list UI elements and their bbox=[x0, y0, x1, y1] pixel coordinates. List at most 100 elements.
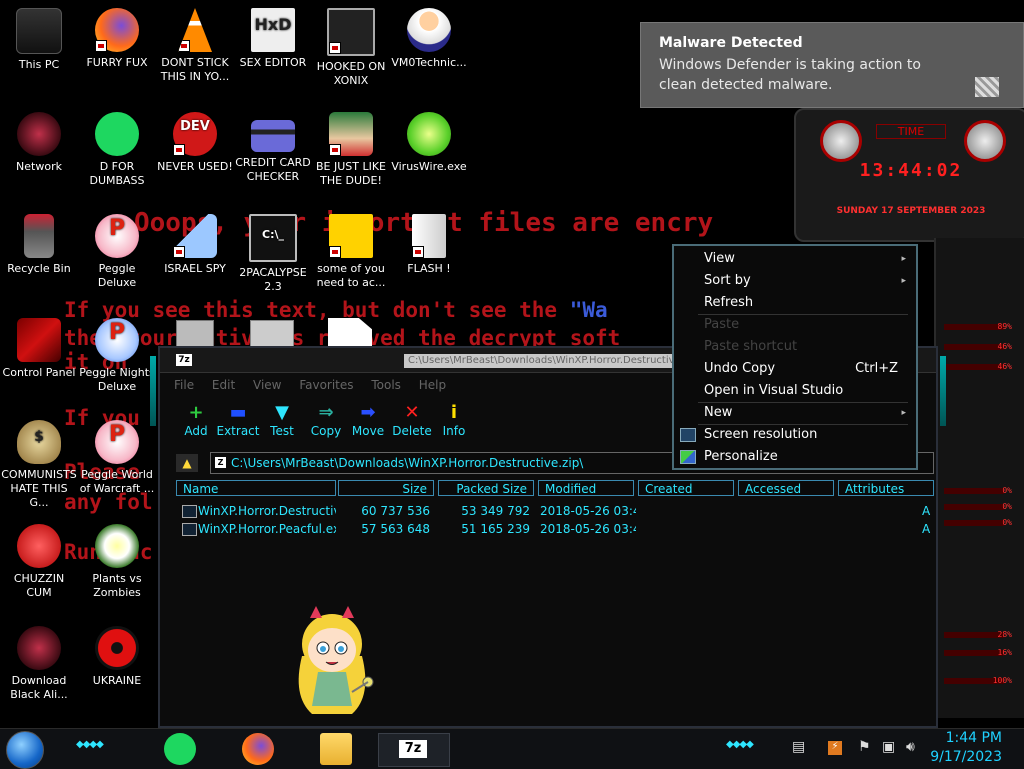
desktop-icon-label: CHUZZIN CUM bbox=[13, 572, 65, 599]
desktop-icon-label: Peggle Nights Deluxe bbox=[79, 366, 155, 393]
add-button[interactable]: + Add bbox=[174, 402, 218, 438]
zip-file-icon: Z bbox=[215, 457, 226, 468]
desktop-icon-label: D FOR DUMBASS bbox=[89, 160, 145, 187]
tray-flag-icon[interactable]: ⚑ bbox=[858, 739, 871, 755]
table-row[interactable]: WinXP.Horror.Peacful.exe 57 563 648 51 1… bbox=[176, 520, 936, 538]
clock-date: 9/17/2023 bbox=[930, 749, 1002, 765]
malware-notification[interactable]: Malware Detected Windows Defender is tak… bbox=[640, 22, 1024, 108]
test-button[interactable]: ▼ Test bbox=[260, 402, 304, 438]
col-name[interactable]: Name bbox=[176, 480, 336, 496]
folder-up-icon[interactable]: ▲ bbox=[176, 454, 198, 472]
desktop-icon-2pacalypse[interactable]: C:\_ 2PACALYPSE 2.3 bbox=[234, 214, 312, 294]
menu-item-view[interactable]: View ▸ bbox=[674, 248, 916, 270]
move-button[interactable]: ➡ Move bbox=[346, 402, 390, 438]
defender-icon bbox=[975, 77, 999, 97]
widget-date: SUNDAY 17 SEPTEMBER 2023 bbox=[836, 206, 986, 216]
desktop-icon-hooked-on-xonix[interactable]: HOOKED ON XONIX bbox=[312, 8, 390, 88]
col-created[interactable]: Created bbox=[638, 480, 734, 496]
menu-item-refresh[interactable]: Refresh bbox=[674, 292, 916, 314]
col-accessed[interactable]: Accessed bbox=[738, 480, 834, 496]
desktop-icon-vm0technic[interactable]: VM0Technic... bbox=[390, 8, 468, 70]
menu-help[interactable]: Help bbox=[419, 378, 446, 392]
delete-label: Delete bbox=[392, 424, 432, 438]
desktop-icon-flash[interactable]: FLASH ! bbox=[390, 214, 468, 276]
desktop-icon-sex-editor[interactable]: HxD SEX EDITOR bbox=[234, 8, 312, 70]
desktop-icon-furry-fux[interactable]: FURRY FUX bbox=[78, 8, 156, 70]
tray-network-icon[interactable]: ▣ bbox=[882, 739, 895, 755]
menu-item-screen-resolution[interactable]: Screen resolution bbox=[674, 424, 916, 446]
file-attributes: A bbox=[922, 522, 931, 536]
desktop-icon-this-pc[interactable]: This PC bbox=[0, 8, 78, 72]
taskbar-file-explorer-icon[interactable] bbox=[320, 733, 352, 765]
tray-app-icon[interactable]: ⚡ bbox=[828, 741, 842, 755]
desktop-icon-peggle-nights[interactable]: P Peggle Nights Deluxe bbox=[78, 318, 156, 394]
copy-button[interactable]: ⇒ Copy bbox=[304, 402, 348, 438]
copy-label: Copy bbox=[310, 424, 342, 438]
desktop-icon-credit-card-checker[interactable]: CREDIT CARD CHECKER bbox=[234, 112, 312, 184]
info-button[interactable]: i Info bbox=[432, 402, 476, 438]
col-packed-size[interactable]: Packed Size bbox=[438, 480, 534, 496]
menu-view[interactable]: View bbox=[253, 378, 281, 392]
desktop-icon-israel-spy[interactable]: ISRAEL SPY bbox=[156, 214, 234, 276]
desktop-icon-peggle-deluxe[interactable]: P Peggle Deluxe bbox=[78, 214, 156, 290]
start-orb-button[interactable] bbox=[6, 731, 44, 769]
menu-item-paste: Paste bbox=[674, 314, 916, 336]
desktop-icon-viruswire[interactable]: VirusWire.exe bbox=[390, 112, 468, 174]
desktop-icon-control-panel[interactable]: Control Panel bbox=[0, 318, 78, 380]
taskbar-firefox-icon[interactable] bbox=[242, 733, 274, 765]
menu-edit[interactable]: Edit bbox=[212, 378, 235, 392]
tray-volume-icon[interactable]: 🔊︎ bbox=[906, 739, 915, 755]
menu-item-paste-shortcut: Paste shortcut bbox=[674, 336, 916, 358]
table-row[interactable]: WinXP.Horror.Destructive.... 60 737 536 … bbox=[176, 502, 936, 520]
col-modified[interactable]: Modified bbox=[538, 480, 634, 496]
file-size: 60 737 536 bbox=[361, 504, 430, 518]
extract-icon: ▬ bbox=[229, 402, 247, 423]
taskbar-sevenzip-button[interactable]: 7z bbox=[378, 733, 450, 767]
col-size[interactable]: Size bbox=[338, 480, 434, 496]
tray-bars-icon[interactable]: ▤ bbox=[792, 739, 805, 755]
monitor-icon bbox=[680, 428, 696, 442]
extract-button[interactable]: ▬ Extract bbox=[216, 402, 260, 438]
monitor-bar bbox=[944, 488, 1004, 494]
menu-item-shortcut: Ctrl+Z bbox=[855, 361, 898, 376]
menu-item-new[interactable]: New ▸ bbox=[674, 402, 916, 424]
delete-button[interactable]: ✕ Delete bbox=[390, 402, 434, 438]
desktop-icon-communists[interactable]: $ COMMUNISTS HATE THIS G... bbox=[0, 420, 78, 510]
desktop-icon-chuzzin[interactable]: CHUZZIN CUM bbox=[0, 524, 78, 600]
desktop-icon-download-black-ali[interactable]: Download Black Ali... bbox=[0, 626, 78, 702]
monitor-value: 89% bbox=[997, 322, 1012, 331]
menu-item-sort-by[interactable]: Sort by ▸ bbox=[674, 270, 916, 292]
desktop-icon-peggle-wow[interactable]: P Peggle World of Warcraft ... bbox=[78, 420, 156, 496]
desktop-icon-ukraine[interactable]: UKRAINE bbox=[78, 626, 156, 688]
desktop-icon-never-used[interactable]: DEV NEVER USED! bbox=[156, 112, 234, 174]
menu-item-undo-copy[interactable]: Undo Copy Ctrl+Z bbox=[674, 358, 916, 380]
desktop-icon-dont-stick[interactable]: DONT STICK THIS IN YO... bbox=[156, 8, 234, 84]
menu-item-label: Screen resolution bbox=[704, 427, 818, 442]
desktop-icon-be-just-like[interactable]: BE JUST LIKE THE DUDE! bbox=[312, 112, 390, 188]
desktop-icon-label: SEX EDITOR bbox=[239, 56, 307, 69]
menu-item-open-visual-studio[interactable]: Open in Visual Studio bbox=[674, 380, 916, 402]
desktop-icon-network[interactable]: Network bbox=[0, 112, 78, 174]
radiation-icon bbox=[95, 626, 139, 670]
desktop-icon-recycle-bin[interactable]: Recycle Bin bbox=[0, 214, 78, 276]
firefox-icon bbox=[95, 8, 139, 52]
col-attributes[interactable]: Attributes bbox=[838, 480, 934, 496]
file-name: WinXP.Horror.Destructive.... bbox=[198, 504, 336, 518]
menu-item-personalize[interactable]: Personalize bbox=[674, 446, 916, 468]
monitor-bar bbox=[944, 650, 1004, 656]
menu-file[interactable]: File bbox=[174, 378, 194, 392]
extract-label: Extract bbox=[216, 424, 260, 438]
traffic-cone-icon bbox=[178, 8, 212, 52]
desktop-icon-plants-vs-zombies[interactable]: Plants vs Zombies bbox=[78, 524, 156, 600]
taskbar-clock[interactable]: 1:44 PM 9/17/2023 bbox=[930, 729, 1002, 767]
desktop-icon-some-of-you[interactable]: some of you need to ac... bbox=[312, 214, 390, 290]
info-icon: i bbox=[450, 402, 458, 423]
monitor-bar bbox=[944, 344, 1004, 350]
menu-tools[interactable]: Tools bbox=[371, 378, 401, 392]
desktop-icon-label: FLASH ! bbox=[407, 262, 451, 275]
desktop-icon-d-for-dumbass[interactable]: D FOR DUMBASS bbox=[78, 112, 156, 188]
desktop-icon-label: UKRAINE bbox=[92, 674, 142, 687]
menu-favorites[interactable]: Favorites bbox=[299, 378, 353, 392]
desktop-icon-label: Control Panel bbox=[2, 366, 76, 379]
taskbar-chat-app-icon[interactable] bbox=[164, 733, 196, 765]
